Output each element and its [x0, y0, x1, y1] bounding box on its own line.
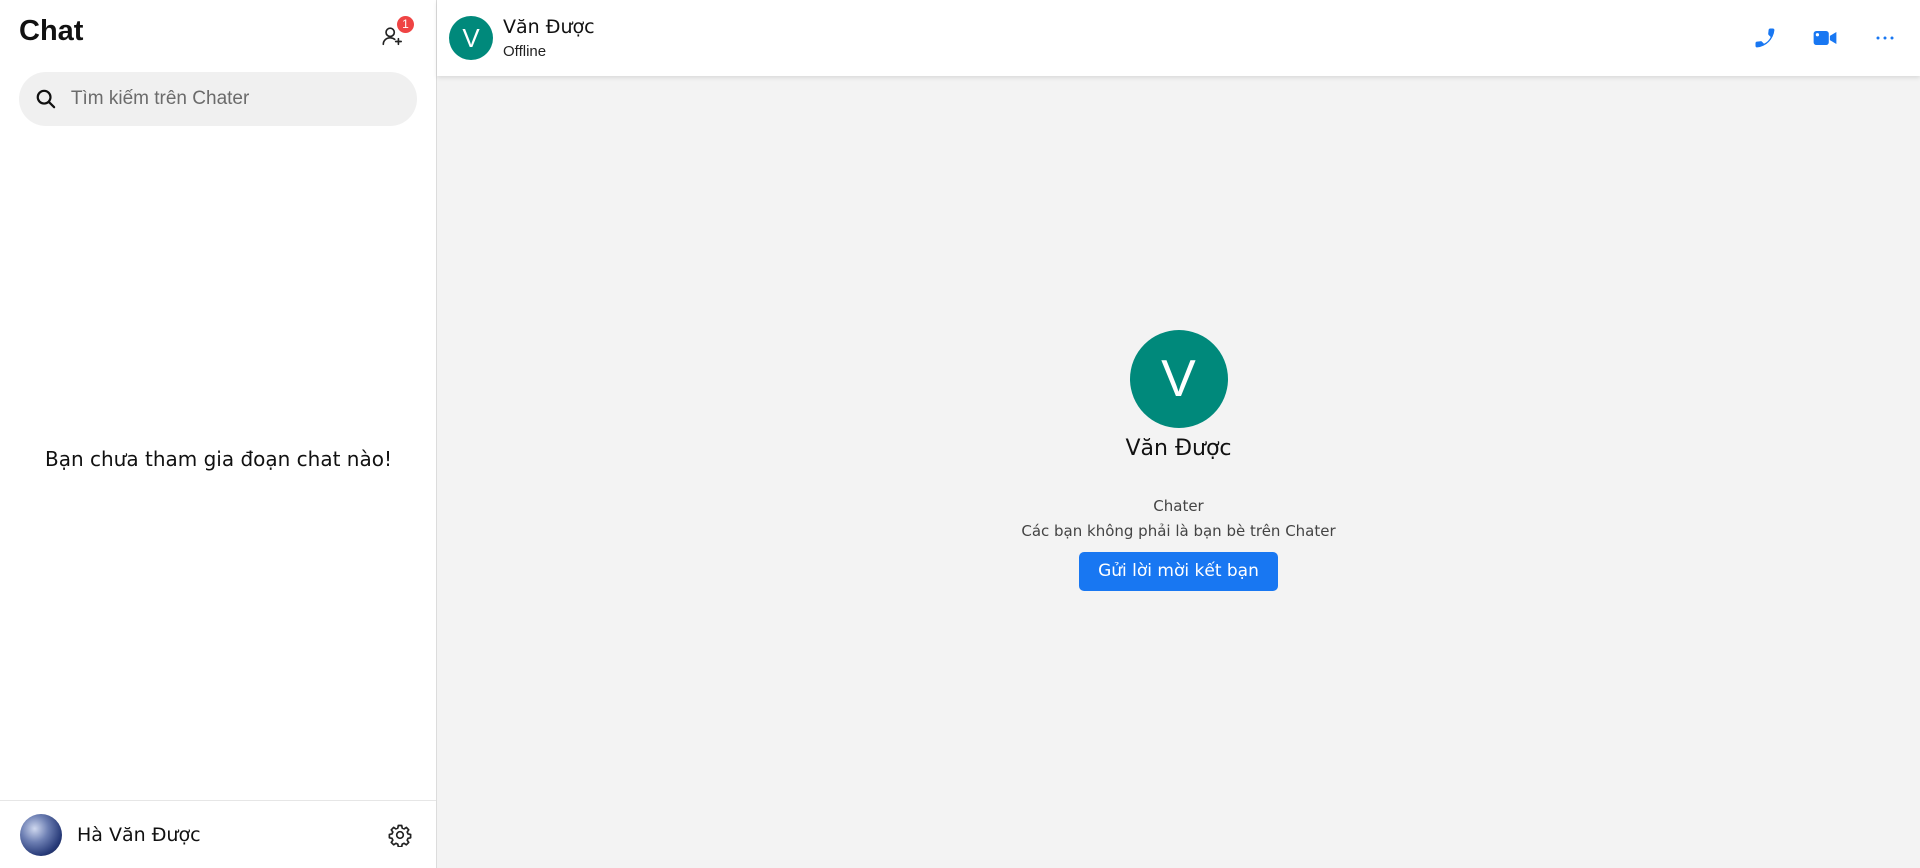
conversation-body: V Văn Được Chater Các bạn không phải là …: [437, 76, 1920, 868]
conversation-panel: V Văn Được Offline V Văn Được Chater Các…: [437, 0, 1920, 868]
search-icon: [36, 89, 56, 109]
send-friend-request-button[interactable]: Gửi lời mời kết bạn: [1079, 552, 1278, 591]
phone-icon: [1755, 28, 1775, 48]
header-actions: [1750, 23, 1900, 53]
voice-call-button[interactable]: [1750, 23, 1780, 53]
sidebar-header: Chat 1: [0, 0, 436, 68]
search-input[interactable]: [68, 87, 401, 111]
friend-requests-badge: 1: [397, 16, 414, 33]
conversation-header: V Văn Được Offline: [437, 0, 1920, 76]
app-root: Chat 1 Bạn chưa tham gia đoạn chat nào! …: [0, 0, 1920, 868]
sidebar: Chat 1 Bạn chưa tham gia đoạn chat nào! …: [0, 0, 437, 868]
contact-avatar[interactable]: V: [449, 16, 493, 60]
friend-requests-button[interactable]: 1: [374, 16, 414, 54]
current-user-name: Hà Văn Được: [77, 823, 201, 846]
sidebar-footer: Hà Văn Được: [0, 800, 436, 868]
current-user-avatar[interactable]: [20, 813, 62, 856]
contact-status: Offline: [503, 43, 547, 60]
sidebar-title: Chat: [19, 14, 84, 47]
gear-icon: [388, 824, 412, 847]
relationship-note: Các bạn không phải là bạn bè trên Chater: [1021, 522, 1336, 540]
video-call-button[interactable]: [1810, 23, 1840, 53]
profile-avatar: V: [1129, 330, 1228, 428]
contact-profile: V Văn Được Chater Các bạn không phải là …: [437, 330, 1920, 591]
profile-app-name: Chater: [1153, 497, 1204, 515]
empty-chats-message: Bạn chưa tham gia đoạn chat nào!: [45, 447, 392, 471]
contact-info: Văn Được Offline: [503, 16, 1750, 60]
contact-name: Văn Được: [503, 16, 595, 38]
profile-name: Văn Được: [1125, 436, 1232, 461]
settings-button[interactable]: [380, 815, 420, 855]
search-box[interactable]: [19, 72, 417, 126]
more-options-button[interactable]: [1870, 23, 1900, 53]
video-icon: [1813, 30, 1837, 46]
more-icon: [1876, 36, 1894, 40]
